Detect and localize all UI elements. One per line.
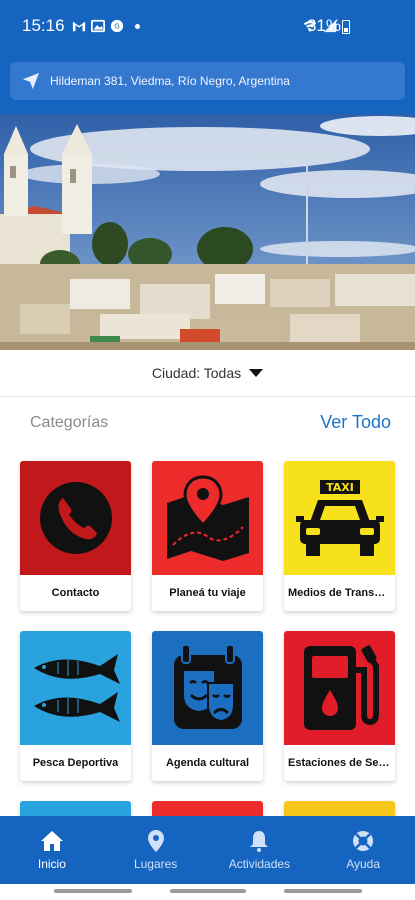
categories-header: Categorías Ver Todo [0, 410, 415, 440]
fish-icon [33, 654, 120, 722]
theater-masks-icon [173, 644, 242, 729]
battery-percent: 31% [306, 16, 341, 35]
caret-down-icon [249, 369, 264, 377]
location-area: Hildeman 381, Viedma, Río Negro, Argenti… [0, 58, 415, 114]
system-nav-back[interactable] [284, 889, 362, 893]
category-label: Pesca Deportiva [32, 757, 119, 769]
category-label: Planeá tu viaje [169, 587, 246, 599]
dot-icon [135, 23, 140, 29]
app-icon: G [110, 19, 124, 33]
nav-lugares[interactable]: Lugares [104, 816, 208, 884]
city-selector[interactable]: Ciudad: Todas [0, 350, 415, 396]
status-icons-left: G [72, 19, 140, 33]
category-image [20, 461, 131, 575]
category-image [152, 631, 263, 745]
gas-pump-icon [303, 645, 379, 730]
navigation-arrow-icon [22, 72, 40, 90]
battery-icon [342, 20, 350, 34]
category-image [284, 631, 395, 745]
nav-ayuda[interactable]: Ayuda [311, 816, 415, 884]
image-icon [91, 19, 105, 33]
nav-label: Ayuda [346, 857, 381, 871]
nav-label: Inicio [37, 857, 66, 871]
gmail-icon [72, 21, 86, 32]
category-image: TAXI [284, 461, 395, 575]
location-bar[interactable]: Hildeman 381, Viedma, Río Negro, Argenti… [10, 62, 405, 100]
lifebuoy-icon [353, 831, 374, 851]
nav-label: Actividades [228, 857, 291, 871]
categories-title: Categorías [30, 414, 109, 431]
bottom-nav: Inicio Lugares Actividades Ayuda [0, 816, 415, 884]
category-image [152, 461, 263, 575]
svg-text:TAXI: TAXI [326, 481, 354, 494]
category-label: Contacto [51, 587, 100, 599]
bell-icon [250, 831, 269, 852]
hero-image [0, 114, 415, 350]
category-card-estaciones[interactable]: Estaciones de Servicio [284, 631, 395, 781]
nav-inicio[interactable]: Inicio [0, 816, 104, 884]
divider [0, 396, 415, 397]
category-label: Agenda cultural [165, 757, 250, 769]
status-time: 15:16 [22, 16, 65, 35]
location-address: Hildeman 381, Viedma, Río Negro, Argenti… [50, 74, 290, 88]
category-card-planea[interactable]: Planeá tu viaje [152, 461, 263, 611]
taxi-icon: TAXI [295, 480, 384, 556]
map-pin-icon [166, 475, 249, 561]
home-icon [40, 831, 63, 851]
nav-label: Lugares [133, 857, 178, 871]
nav-actividades[interactable]: Actividades [208, 816, 312, 884]
see-all-link[interactable]: Ver Todo [320, 412, 391, 433]
category-card-pesca[interactable]: Pesca Deportiva [20, 631, 131, 781]
city-selector-label: Ciudad: Todas [151, 365, 242, 381]
status-bar: 15:16 G 31% [0, 0, 415, 58]
category-label: Medios de Transporte [288, 587, 391, 599]
category-image [20, 631, 131, 745]
category-card-agenda[interactable]: Agenda cultural [152, 631, 263, 781]
phone-icon [39, 482, 112, 554]
svg-text:G: G [114, 23, 119, 31]
system-nav-home[interactable] [170, 889, 246, 893]
category-card-contacto[interactable]: Contacto [20, 461, 131, 611]
category-card-transporte[interactable]: TAXI Medios de Transporte [284, 461, 395, 611]
system-nav-recent[interactable] [54, 889, 132, 893]
category-label: Estaciones de Servicio [288, 757, 391, 769]
location-pin-icon [147, 830, 164, 852]
